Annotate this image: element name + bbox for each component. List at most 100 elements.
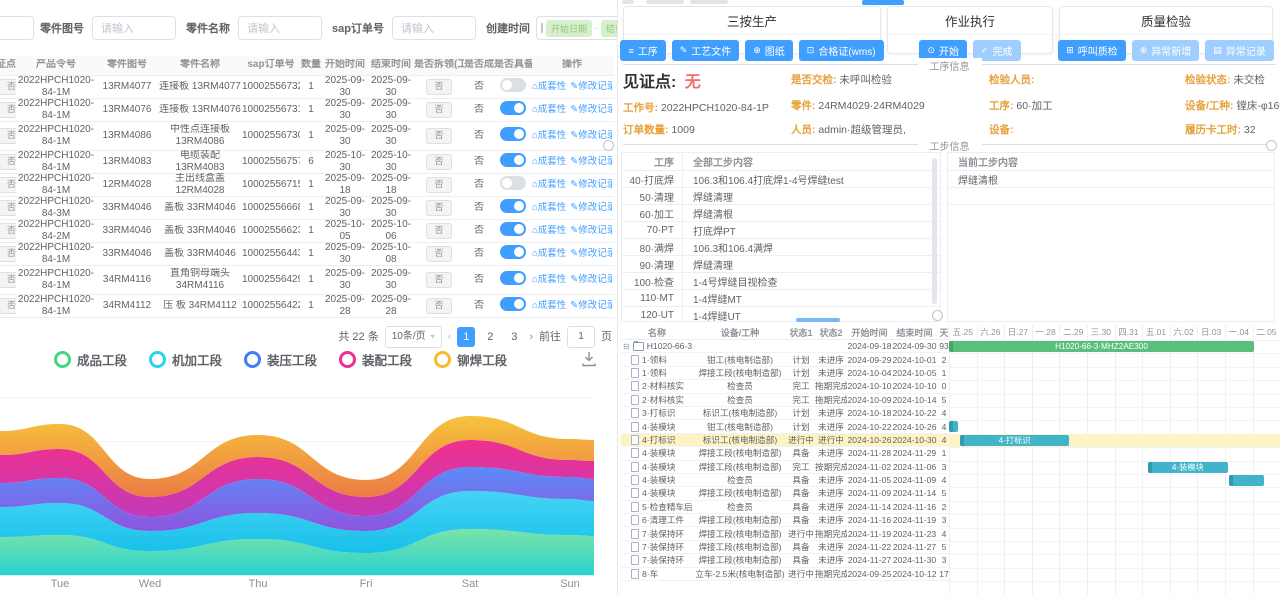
button-工序[interactable]: ≡工序 bbox=[620, 40, 665, 61]
ready-toggle[interactable] bbox=[500, 245, 526, 259]
ready-toggle[interactable] bbox=[500, 153, 526, 167]
legend-item-5[interactable]: 铆焊工段 bbox=[434, 350, 507, 369]
table-row[interactable]: 否2022HPCH1020-84-1M12RM4028主出线盒盖 12RM402… bbox=[0, 174, 614, 197]
resize-handle[interactable] bbox=[1266, 140, 1277, 151]
gantt-bar[interactable] bbox=[949, 421, 958, 432]
kit-check-link[interactable]: ⌂成套性 bbox=[532, 300, 566, 311]
tab-fragment[interactable] bbox=[690, 0, 728, 4]
step-row[interactable]: 60·加工焊缝清根 bbox=[622, 205, 940, 222]
page-number-3[interactable]: 3 bbox=[505, 327, 523, 347]
legend-item-1[interactable]: 成品工段 bbox=[54, 350, 127, 369]
date-start-pill[interactable]: 开始日期 bbox=[546, 20, 592, 37]
filter-input[interactable]: 请输入 bbox=[392, 16, 476, 40]
edit-record-link[interactable]: ✎修改记录 bbox=[570, 156, 612, 167]
gantt-task-row[interactable]: 2·材料核实检查员完工拖期完成2024-10-092024-10-145 bbox=[621, 394, 951, 407]
ready-toggle[interactable] bbox=[500, 176, 526, 190]
page-number-1[interactable]: 1 bbox=[457, 327, 475, 347]
table-row[interactable]: 否2022HPCH1020-84-1M34RM4116直角铜母端头 34RM41… bbox=[0, 266, 614, 295]
gantt-task-row[interactable]: 4·装模块检查员具备未进序2024-11-052024-11-094 bbox=[621, 474, 951, 487]
legend-item-2[interactable]: 机加工段 bbox=[149, 350, 222, 369]
date-range-picker[interactable]: 开始日期 - 结束日期 bbox=[536, 16, 624, 40]
edit-record-link[interactable]: ✎修改记录 bbox=[570, 225, 612, 236]
edit-record-link[interactable]: ✎修改记录 bbox=[570, 202, 612, 213]
legend-item-4[interactable]: 装配工段 bbox=[339, 350, 412, 369]
gantt-task-row[interactable]: 4·打标识标识工(核电制造部)进行中进行中2024-10-262024-10-3… bbox=[621, 434, 951, 447]
kit-check-link[interactable]: ⌂成套性 bbox=[532, 81, 566, 92]
gantt-task-row[interactable]: 4·装模块焊接工段(核电制造部)完工按期完成2024-11-022024-11-… bbox=[621, 461, 951, 474]
table-row[interactable]: 否2022HPCH1020-84-1M13RM4083电缆装配 13RM4083… bbox=[0, 151, 614, 174]
button-图纸[interactable]: ⊕图纸 bbox=[745, 40, 793, 61]
step-row[interactable]: 50·清理焊缝清理 bbox=[622, 188, 940, 205]
button-异常记录[interactable]: ▤异常记录 bbox=[1205, 40, 1274, 61]
resize-handle[interactable] bbox=[603, 140, 614, 151]
table-row[interactable]: 否2022HPCH1020-84-1M13RM4086中性点连接板 13RM40… bbox=[0, 122, 614, 151]
ready-toggle[interactable] bbox=[500, 271, 526, 285]
split-pill[interactable]: 否 bbox=[426, 223, 451, 238]
gantt-task-row[interactable]: 7·装保持环焊接工段(核电制造部)具备未进序2024-11-272024-11-… bbox=[621, 554, 951, 567]
goto-page-input[interactable]: 1 bbox=[567, 326, 595, 348]
gantt-task-row[interactable]: 4·装模块焊接工段(核电制造部)具备未进序2024-11-282024-11-2… bbox=[621, 447, 951, 460]
step-row[interactable]: 40·打底焊106.3和106.4打底焊1-4号焊缝test bbox=[622, 171, 940, 188]
kit-check-link[interactable]: ⌂成套性 bbox=[532, 130, 566, 141]
split-pill[interactable]: 否 bbox=[426, 128, 451, 143]
cut-filter-input[interactable] bbox=[0, 16, 34, 40]
ready-toggle[interactable] bbox=[500, 199, 526, 213]
table-row[interactable]: 否2022HPCH1020-84-1M33RM4046盖板 33RM404610… bbox=[0, 243, 614, 266]
next-page-button[interactable]: › bbox=[529, 327, 533, 347]
gantt-task-row[interactable]: 4·装模块焊接工段(核电制造部)具备未进序2024-11-092024-11-1… bbox=[621, 487, 951, 500]
prev-page-button[interactable]: ‹ bbox=[448, 327, 452, 347]
edit-record-link[interactable]: ✎修改记录 bbox=[570, 130, 612, 141]
table-row[interactable]: 否2022HPCH1020-84-1M13RM4077连接板 13RM40771… bbox=[0, 76, 614, 99]
ready-toggle[interactable] bbox=[500, 222, 526, 236]
resize-handle[interactable] bbox=[932, 310, 943, 321]
gantt-task-row[interactable]: 3·打标识标识工(核电制造部)计划未进序2024-10-182024-10-22… bbox=[621, 407, 951, 420]
split-pill[interactable]: 否 bbox=[426, 200, 451, 215]
table-row[interactable]: 否2022HPCH1020-84-1M13RM4076连接板 13RM40761… bbox=[0, 99, 614, 122]
table-row[interactable]: 否2022HPCH1020-84-1M34RM4112压 板 34RM41121… bbox=[0, 295, 614, 318]
tab-fragment[interactable] bbox=[646, 0, 684, 4]
tab-fragment[interactable] bbox=[622, 0, 634, 4]
kit-check-link[interactable]: ⌂成套性 bbox=[532, 225, 566, 236]
horizontal-scrollbar[interactable] bbox=[796, 318, 840, 322]
active-tab-fragment[interactable] bbox=[862, 0, 904, 5]
page-size-select[interactable]: 10条/页▾ bbox=[385, 326, 442, 348]
vertical-scrollbar[interactable] bbox=[932, 158, 937, 304]
button-呼叫质检[interactable]: ⊞呼叫质检 bbox=[1058, 40, 1126, 61]
split-pill[interactable]: 否 bbox=[426, 79, 451, 94]
legend-item-3[interactable]: 装压工段 bbox=[244, 350, 317, 369]
button-异常新增[interactable]: ⊕异常新增 bbox=[1132, 40, 1200, 61]
edit-record-link[interactable]: ✎修改记录 bbox=[570, 300, 612, 311]
gantt-task-row[interactable]: 7·装保持环焊接工段(核电制造部)具备未进序2024-11-222024-11-… bbox=[621, 541, 951, 554]
gantt-task-row[interactable]: 7·装保持环焊接工段(核电制造部)进行中拖期完成2024-11-192024-1… bbox=[621, 527, 951, 540]
gantt-task-row[interactable]: ⊟H1020-66-3·MHZ2AE3002024-09-182024-09-3… bbox=[621, 340, 951, 353]
gantt-bar[interactable]: 4·装模块 bbox=[1148, 462, 1228, 473]
gantt-bar[interactable]: 4·打标识 bbox=[960, 435, 1069, 446]
gantt-task-row[interactable]: 2·材料核实检查员完工拖期完成2024-10-102024-10-100 bbox=[621, 380, 951, 393]
edit-record-link[interactable]: ✎修改记录 bbox=[570, 274, 612, 285]
ready-toggle[interactable] bbox=[500, 78, 526, 92]
split-pill[interactable]: 否 bbox=[426, 298, 451, 313]
kit-check-link[interactable]: ⌂成套性 bbox=[532, 248, 566, 259]
filter-input[interactable]: 请输入 bbox=[92, 16, 176, 40]
ready-toggle[interactable] bbox=[500, 297, 526, 311]
split-pill[interactable]: 否 bbox=[426, 102, 451, 117]
step-row[interactable]: 70·PT打底焊PT bbox=[622, 222, 940, 239]
step-row[interactable]: 90·清理焊缝清理 bbox=[622, 256, 940, 273]
edit-record-link[interactable]: ✎修改记录 bbox=[570, 81, 612, 92]
gantt-bar[interactable]: H1020-66-3·MHZ2AE300 bbox=[949, 341, 1254, 352]
step-row[interactable]: 100·检查1-4号焊缝目视检查 bbox=[622, 273, 940, 290]
gantt-task-row[interactable]: 5·检查精车后外径检查员具备未进序2024-11-142024-11-162 bbox=[621, 501, 951, 514]
kit-check-link[interactable]: ⌂成套性 bbox=[532, 156, 566, 167]
split-pill[interactable]: 否 bbox=[426, 272, 451, 287]
button-合格证(wms)[interactable]: ⊡合格证(wms) bbox=[799, 40, 884, 61]
filter-input[interactable]: 请输入 bbox=[238, 16, 322, 40]
page-number-2[interactable]: 2 bbox=[481, 327, 499, 347]
gantt-task-row[interactable]: 8·车立车-2.5米(核电制造部)进行中拖期完成2024-09-252024-1… bbox=[621, 568, 951, 581]
edit-record-link[interactable]: ✎修改记录 bbox=[570, 248, 612, 259]
kit-check-link[interactable]: ⌂成套性 bbox=[532, 202, 566, 213]
gantt-task-row[interactable]: 1·领料焊接工段(核电制造部)计划未进序2024-10-042024-10-05… bbox=[621, 367, 951, 380]
step-row[interactable]: 120·UT1-4焊缝UT bbox=[622, 307, 940, 322]
kit-check-link[interactable]: ⌂成套性 bbox=[532, 274, 566, 285]
kit-check-link[interactable]: ⌂成套性 bbox=[532, 179, 566, 190]
gantt-bar[interactable] bbox=[1229, 475, 1264, 486]
